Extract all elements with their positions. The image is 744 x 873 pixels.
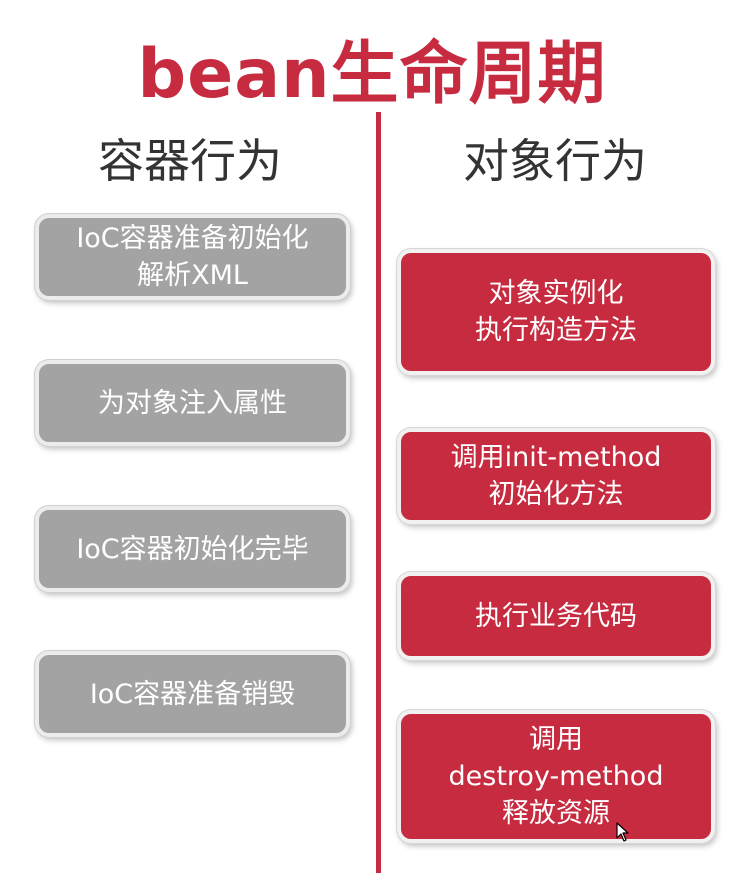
slide-title: bean生命周期 xyxy=(137,35,607,114)
mouse-cursor-icon xyxy=(616,822,629,842)
object-step-destroy-method: 调用 destroy-method 释放资源 xyxy=(397,710,715,843)
container-step-init-complete: IoC容器初始化完毕 xyxy=(35,506,350,592)
slide: bean生命周期 容器行为 对象行为 IoC容器准备初始化 解析XML 为对象注… xyxy=(0,0,744,873)
object-step-instantiate: 对象实例化 执行构造方法 xyxy=(397,249,715,375)
container-step-prepare-destroy: IoC容器准备销毁 xyxy=(35,651,350,737)
object-step-business-code: 执行业务代码 xyxy=(397,572,715,660)
container-behavior-header: 容器行为 xyxy=(98,134,282,188)
column-divider xyxy=(376,112,381,873)
container-step-prepare-init: IoC容器准备初始化 解析XML xyxy=(35,214,350,300)
object-behavior-header: 对象行为 xyxy=(463,134,647,188)
object-step-init-method: 调用init-method 初始化方法 xyxy=(397,428,715,524)
container-step-inject-properties: 为对象注入属性 xyxy=(35,360,350,446)
